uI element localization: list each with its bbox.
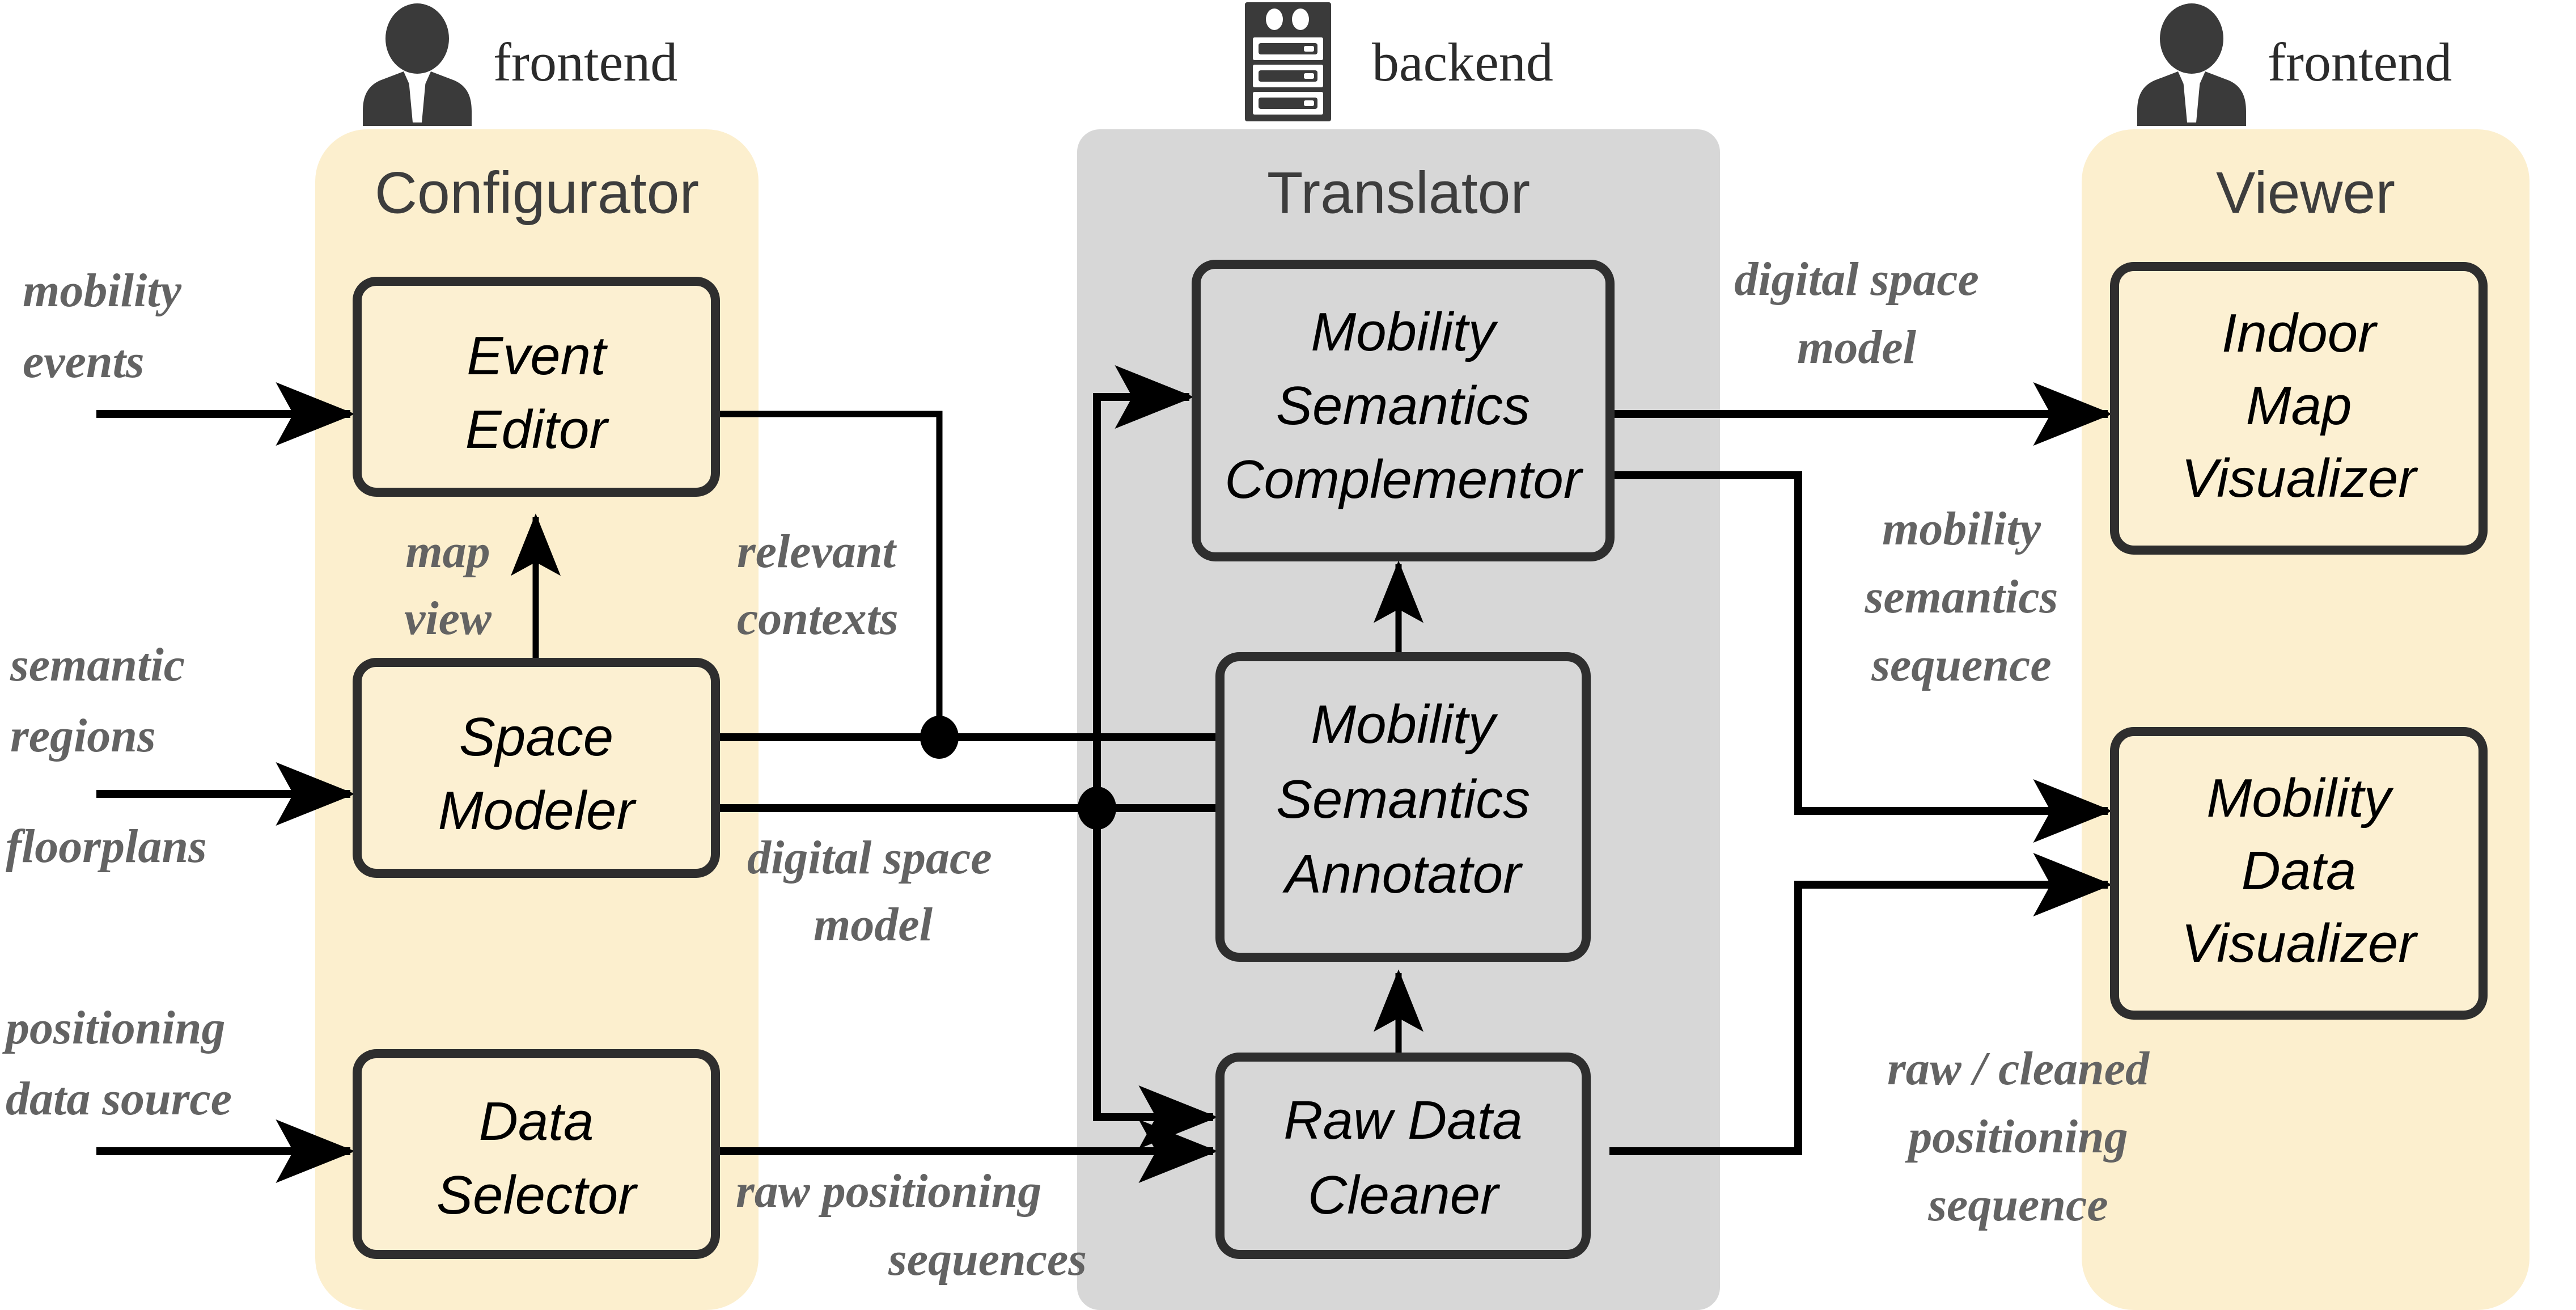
box-indoor-map-visualizer[interactable]: Indoor Map Visualizer	[2110, 262, 2488, 555]
label-mobility-events-line-1: events	[23, 335, 145, 388]
label-digital-space-model-right-line-1: model	[1797, 321, 1917, 374]
label-raw-positioning-sequences-line-1: sequences	[888, 1233, 1087, 1286]
box-event-editor[interactable]: Event Editor	[353, 277, 720, 497]
label-mobility-events: mobility events	[23, 264, 182, 388]
person-icon	[2137, 3, 2246, 126]
label-mobility-semantics-sequence-line-1: semantics	[1865, 571, 2058, 623]
label-relevant-contexts-line-0: relevant	[737, 525, 897, 578]
box-space-modeler-label-line-0: Space	[459, 707, 613, 767]
box-annotator-label-line-0: Mobility	[1311, 694, 1498, 755]
label-raw-cleaned-line-0: raw / cleaned	[1887, 1042, 2150, 1095]
label-relevant-contexts: relevant contexts	[737, 525, 899, 645]
label-map-view-line-0: map	[405, 525, 490, 578]
box-complementor-label-line-1: Semantics	[1276, 375, 1530, 436]
label-digital-space-model-left-line-1: model	[814, 898, 933, 951]
label-mobility-semantics-sequence-line-2: sequence	[1871, 639, 2051, 691]
label-map-view-line-1: view	[404, 592, 492, 645]
architecture-diagram-canvas: Configurator Translator Viewer frontend	[0, 0, 2576, 1310]
box-indoor-map-visualizer-label-line-0: Indoor	[2222, 303, 2378, 364]
label-relevant-contexts-line-1: contexts	[737, 592, 899, 645]
panel-configurator-title: Configurator	[375, 160, 699, 226]
label-raw-cleaned-line-1: positioning	[1905, 1110, 2128, 1163]
label-mobility-semantics-sequence: mobility semantics sequence	[1865, 502, 2058, 691]
box-cleaner-label-line-0: Raw Data	[1283, 1090, 1523, 1151]
box-mobility-semantics-complementor[interactable]: Mobility Semantics Complementor	[1192, 260, 1615, 561]
box-data-selector-label-line-1: Selector	[437, 1165, 638, 1226]
box-mobility-data-visualizer[interactable]: Mobility Data Visualizer	[2110, 727, 2488, 1020]
panel-viewer-title: Viewer	[2216, 160, 2395, 226]
person-icon	[363, 3, 472, 126]
box-event-editor-label-line-1: Editor	[465, 399, 610, 460]
box-mobility-semantics-annotator[interactable]: Mobility Semantics Annotator	[1215, 652, 1591, 962]
junction-dot-relevant-contexts	[920, 716, 959, 759]
label-raw-positioning-sequences-line-0: raw positioning	[736, 1165, 1041, 1218]
server-icon	[1245, 2, 1331, 121]
label-raw-cleaned-line-2: sequence	[1927, 1178, 2108, 1231]
actor-backend-label: backend	[1372, 32, 1553, 92]
label-mobility-semantics-sequence-line-0: mobility	[1882, 502, 2041, 555]
box-indoor-map-visualizer-label-line-1: Map	[2246, 375, 2352, 436]
box-annotator-label-line-2: Annotator	[1282, 844, 1523, 905]
box-space-modeler-label-line-1: Modeler	[438, 780, 637, 841]
actor-frontend-right-label: frontend	[2268, 32, 2452, 92]
box-mobility-data-visualizer-label-line-0: Mobility	[2206, 768, 2393, 829]
label-semantic-regions-line-1: regions	[10, 709, 156, 762]
label-digital-space-model-left-line-0: digital space	[747, 831, 992, 884]
label-positioning-data-source-line-0: positioning	[2, 1001, 225, 1054]
label-semantic-regions: semantic regions	[10, 639, 185, 762]
actor-frontend-left-label: frontend	[493, 32, 677, 92]
box-event-editor-label-line-0: Event	[467, 326, 608, 386]
label-mobility-events-line-0: mobility	[23, 264, 182, 317]
label-floorplans: floorplans	[6, 820, 207, 873]
box-data-selector[interactable]: Data Selector	[353, 1049, 720, 1259]
box-complementor-label-line-2: Complementor	[1225, 449, 1584, 510]
junction-dot-digital-space-model	[1078, 787, 1116, 830]
label-positioning-data-source: positioning data source	[2, 1001, 232, 1125]
label-positioning-data-source-line-1: data source	[6, 1072, 232, 1125]
box-mobility-data-visualizer-label-line-2: Visualizer	[2181, 913, 2418, 974]
box-raw-data-cleaner[interactable]: Raw Data Cleaner	[1215, 1053, 1591, 1259]
box-complementor-label-line-0: Mobility	[1311, 302, 1498, 362]
label-semantic-regions-line-0: semantic	[10, 639, 185, 691]
label-digital-space-model-left: digital space model	[747, 831, 992, 951]
label-raw-positioning-sequences: raw positioning sequences	[736, 1165, 1087, 1286]
label-digital-space-model-right-line-0: digital space	[1734, 253, 1979, 306]
box-cleaner-label-line-1: Cleaner	[1308, 1165, 1501, 1226]
label-floorplans-line-0: floorplans	[6, 820, 207, 873]
box-annotator-label-line-1: Semantics	[1276, 769, 1530, 830]
box-space-modeler[interactable]: Space Modeler	[353, 658, 720, 878]
box-indoor-map-visualizer-label-line-2: Visualizer	[2181, 448, 2418, 509]
label-digital-space-model-right: digital space model	[1734, 253, 1979, 374]
box-mobility-data-visualizer-label-line-1: Data	[2242, 840, 2357, 901]
panel-translator-title: Translator	[1267, 160, 1530, 226]
diagram-svg: Configurator Translator Viewer frontend	[2, 2, 2530, 1310]
box-data-selector-label-line-0: Data	[479, 1091, 594, 1152]
